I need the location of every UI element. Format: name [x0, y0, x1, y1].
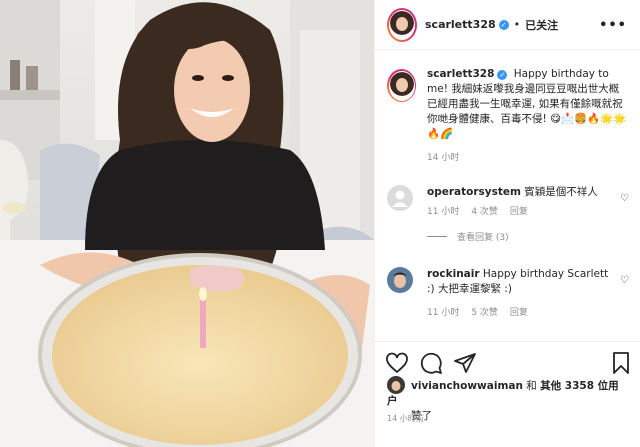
- photo-image: [0, 0, 374, 447]
- comment-body: 賓穎是個不祥人: [524, 186, 598, 198]
- comments-area[interactable]: scarlett328 ✓ Happy birthday to me! 我細妹返嚟…: [375, 51, 640, 341]
- comment-age[interactable]: 11 小时: [427, 305, 459, 318]
- comment-text: operatorsystem 賓穎是個不祥人: [427, 185, 617, 200]
- caption-avatar[interactable]: [387, 69, 416, 102]
- reply-button[interactable]: 回复: [510, 305, 528, 318]
- comment-avatar[interactable]: [387, 185, 413, 211]
- post-details-pane: scarlett328 ✓ • 已关注 ••• scarlett328 ✓ Ha…: [374, 0, 640, 447]
- replies-line: [427, 236, 447, 237]
- post-header: scarlett328 ✓ • 已关注 •••: [375, 0, 640, 50]
- likes-connector: 和: [526, 380, 537, 392]
- comment-likes[interactable]: 4 次赞: [471, 204, 498, 217]
- comment-age[interactable]: 11 小时: [427, 204, 459, 217]
- liker-avatar[interactable]: [387, 376, 405, 394]
- comment-text: rockinair Happy birthday Scarlett :) 大把幸…: [427, 267, 617, 297]
- comment-item: operatorsystem 賓穎是個不祥人 11 小时 4 次赞 回复 ♡ 查…: [387, 185, 629, 243]
- view-replies-label[interactable]: 查看回复 (3): [457, 230, 509, 243]
- action-bar: [375, 341, 640, 381]
- avatar-image: [390, 10, 414, 35]
- reply-button[interactable]: 回复: [510, 204, 528, 217]
- comment-avatar[interactable]: [387, 267, 413, 293]
- avatar-image: [389, 71, 414, 96]
- view-replies[interactable]: 查看回复 (3): [427, 230, 629, 243]
- comment-like-icon[interactable]: ♡: [620, 275, 629, 286]
- verified-icon: ✓: [497, 70, 508, 80]
- verified-icon: ✓: [498, 19, 509, 30]
- caption-username[interactable]: scarlett328: [427, 68, 494, 80]
- comment-likes[interactable]: 5 次赞: [471, 305, 498, 318]
- more-icon[interactable]: •••: [599, 18, 627, 33]
- comment-like-icon[interactable]: ♡: [620, 193, 629, 204]
- liker-username[interactable]: vivianchowwaiman: [411, 380, 523, 392]
- separator-dot: •: [513, 18, 521, 31]
- comment-icon[interactable]: [419, 351, 443, 375]
- caption-age[interactable]: 14 小时: [427, 150, 459, 163]
- caption: scarlett328 ✓ Happy birthday to me! 我細妹返嚟…: [387, 67, 629, 163]
- share-icon[interactable]: [453, 351, 477, 375]
- post-photo[interactable]: [0, 0, 374, 447]
- save-icon[interactable]: [609, 351, 633, 375]
- comment-username[interactable]: operatorsystem: [427, 186, 521, 198]
- author-avatar[interactable]: [387, 7, 417, 42]
- caption-text: scarlett328 ✓ Happy birthday to me! 我細妹返嚟…: [427, 67, 629, 142]
- author-username[interactable]: scarlett328: [425, 18, 496, 31]
- comment-item: rockinair Happy birthday Scarlett :) 大把幸…: [387, 267, 629, 318]
- comment-username[interactable]: rockinair: [427, 268, 480, 280]
- post-timestamp[interactable]: 14 小时前: [387, 413, 424, 424]
- like-icon[interactable]: [385, 351, 409, 375]
- follow-status-button[interactable]: 已关注: [525, 17, 558, 33]
